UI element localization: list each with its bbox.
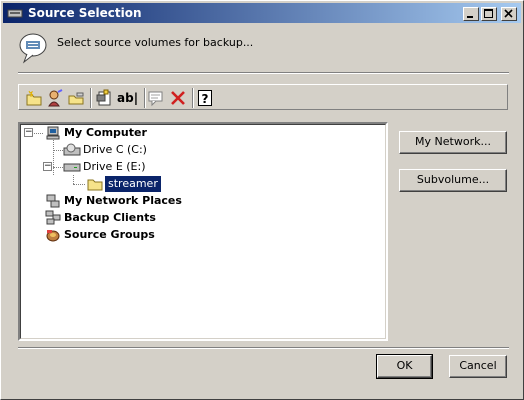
tree-label-selected: streamer [105,176,161,192]
clients-icon [45,210,61,225]
hard-drive-icon [63,163,81,172]
instruction-text: Select source volumes for backup... [57,36,254,49]
close-button[interactable] [501,7,517,21]
maximize-button[interactable] [481,7,497,21]
my-network-button[interactable]: My Network... [399,131,507,154]
wizard-icon[interactable] [46,89,64,107]
comment-icon[interactable] [147,89,165,107]
collapse-toggle-icon[interactable]: − [24,128,33,137]
source-selection-dialog: Source Selection Select source volumes f… [0,0,524,400]
new-folder-icon[interactable] [25,89,43,107]
rename-icon[interactable]: ab| [117,89,141,107]
tree-label: My Network Places [64,194,182,207]
subvolume-button[interactable]: Subvolume... [399,169,507,192]
collapse-toggle-icon[interactable]: − [43,162,52,171]
tree-label: My Computer [64,126,147,139]
network-icon [46,194,60,208]
minimize-button[interactable] [463,7,479,21]
tree-label: Drive C (C:) [83,143,147,156]
close-icon [504,9,513,18]
ok-button[interactable]: OK [376,354,433,379]
toolbar-separator [192,88,194,108]
app-icon [7,9,23,18]
divider [18,72,509,74]
tree-connector [73,175,74,184]
tree-connector [73,184,85,185]
maximize-icon [484,9,493,18]
tree-label: Backup Clients [64,211,156,224]
divider [18,347,509,349]
toolbar-separator [90,88,92,108]
delete-icon[interactable] [169,89,187,107]
tree-label: Source Groups [64,228,155,241]
tree-connector [53,140,54,175]
minimize-icon [467,16,473,18]
window-title: Source Selection [28,6,142,20]
speech-bubble-icon [19,33,47,64]
source-tree[interactable]: − My Computer Drive C (C:) − Drive E (E:… [18,122,388,341]
groups-icon [46,230,60,242]
title-bar[interactable]: Source Selection [3,3,521,23]
cd-drive-icon [63,143,81,156]
help-icon[interactable]: ? [196,89,214,107]
toolbar: ab| ? [18,84,508,110]
open-folder-icon[interactable] [67,89,85,107]
computer-icon [46,126,60,140]
folder-icon [87,179,103,191]
svg-text:?: ? [202,92,209,106]
cancel-button[interactable]: Cancel [449,355,507,378]
tree-label: Drive E (E:) [83,160,146,173]
rename-label: ab| [117,91,139,105]
properties-icon[interactable] [95,89,113,107]
toolbar-separator [144,88,146,108]
